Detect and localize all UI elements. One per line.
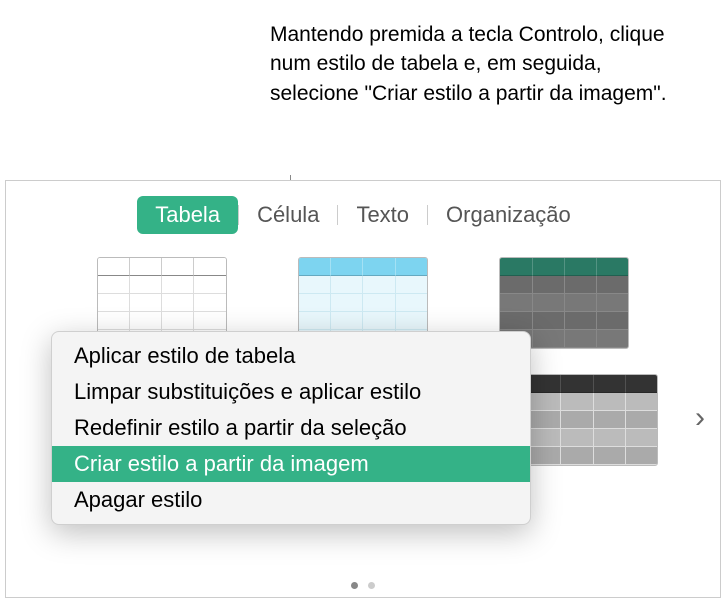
pager-dot-1[interactable]	[351, 582, 358, 589]
pager	[6, 582, 720, 589]
menu-item-delete-style[interactable]: Apagar estilo	[52, 482, 530, 518]
tab-celula[interactable]: Célula	[239, 196, 337, 234]
tab-organizacao[interactable]: Organização	[428, 196, 589, 234]
pager-dot-2[interactable]	[368, 582, 375, 589]
context-menu: Aplicar estilo de tabela Limpar substitu…	[51, 331, 531, 525]
chevron-right-icon[interactable]: ›	[695, 401, 705, 435]
menu-item-clear-overrides[interactable]: Limpar substituições e aplicar estilo	[52, 374, 530, 410]
menu-item-redefine-from-selection[interactable]: Redefinir estilo a partir da seleção	[52, 410, 530, 446]
tab-texto[interactable]: Texto	[338, 196, 427, 234]
tabs-bar: Tabela Célula Texto Organização	[6, 181, 720, 252]
inspector-panel: Tabela Célula Texto Organização	[5, 180, 721, 598]
menu-item-apply-style[interactable]: Aplicar estilo de tabela	[52, 338, 530, 374]
tab-tabela[interactable]: Tabela	[137, 196, 238, 234]
menu-item-create-from-image[interactable]: Criar estilo a partir da imagem	[52, 446, 530, 482]
annotation-text: Mantendo premida a tecla Controlo, cliqu…	[270, 20, 690, 108]
table-style-grey[interactable]	[528, 374, 658, 466]
